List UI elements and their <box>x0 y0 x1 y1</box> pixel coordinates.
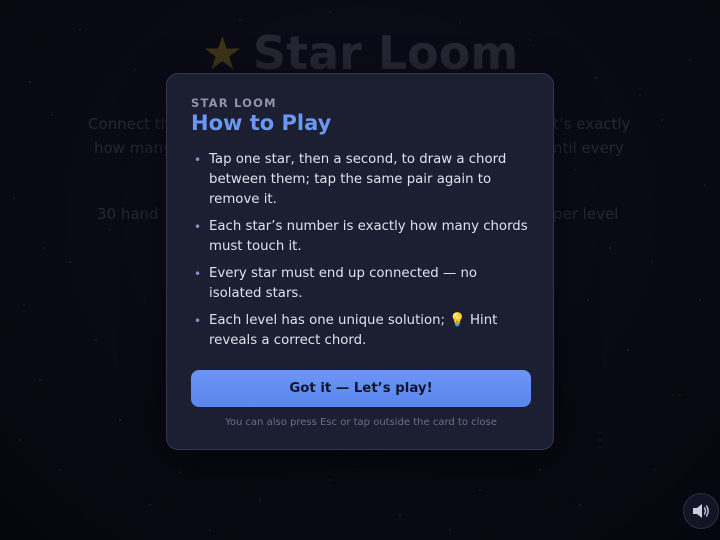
rule-item: • Each star’s number is exactly how many … <box>191 217 531 257</box>
rule-text: Each level has one unique solution; 💡 Hi… <box>209 313 498 348</box>
dialog-title: How to Play <box>191 111 332 135</box>
rule-item: • Each level has one unique solution; 💡 H… <box>191 311 531 351</box>
bullet-icon: • <box>194 314 202 328</box>
bullet-icon: • <box>194 153 202 167</box>
rule-text: Every star must end up connected — no is… <box>209 266 478 301</box>
game-screen: ★ Star Loom Connect th t’s exactly how ma… <box>0 0 720 540</box>
rule-item: • Every star must end up connected — no i… <box>191 264 531 304</box>
rule-text: Tap one star, then a second, to draw a c… <box>209 152 507 207</box>
dialog-eyebrow: STAR LOOM <box>191 96 277 110</box>
bullet-icon: • <box>194 220 202 234</box>
got-it-button[interactable]: Got it — Let’s play! <box>191 370 531 407</box>
how-to-play-dialog: STAR LOOM How to Play • Tap one star, the… <box>166 73 554 450</box>
rule-item: • Tap one star, then a second, to draw a … <box>191 150 531 210</box>
rule-text: Each star’s number is exactly how many c… <box>209 219 528 254</box>
rules-list: • Tap one star, then a second, to draw a … <box>191 150 531 358</box>
sound-toggle-button[interactable] <box>683 493 719 529</box>
bullet-icon: • <box>194 267 202 281</box>
close-hint: You can also press Esc or tap outside th… <box>225 417 497 428</box>
speaker-icon <box>693 504 709 518</box>
